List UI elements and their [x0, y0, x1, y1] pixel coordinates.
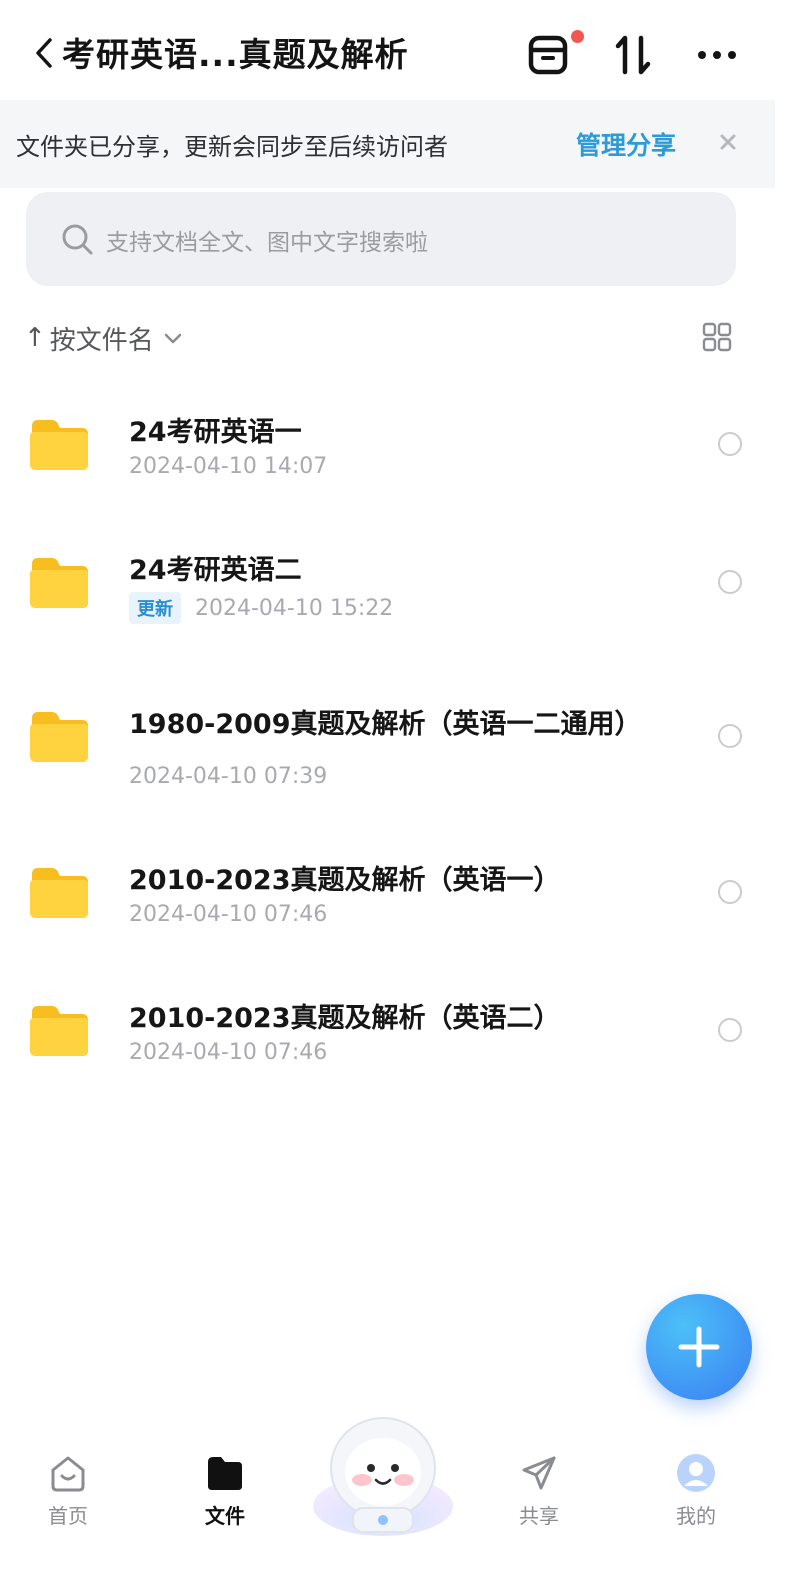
nav-item-me[interactable]: 我的 — [651, 1452, 741, 1529]
notification-dot — [571, 30, 584, 43]
nav-label: 我的 — [676, 1504, 716, 1528]
avatar-icon — [677, 1454, 715, 1492]
select-radio[interactable] — [718, 570, 742, 594]
file-name: 24考研英语一 — [129, 417, 302, 448]
close-icon[interactable] — [716, 130, 740, 154]
select-radio[interactable] — [718, 432, 742, 456]
bottom-nav: 首页 文件 共享 我的 — [0, 1430, 803, 1585]
folder-icon — [30, 420, 88, 470]
folder-icon — [30, 712, 88, 762]
list-item[interactable]: 2010-2023真题及解析（英语二） 2024-04-10 07:46 — [0, 970, 775, 1090]
file-date: 2024-04-10 07:46 — [129, 902, 328, 927]
file-date: 2024-04-10 15:22 — [195, 595, 394, 621]
nav-item-share[interactable]: 共享 — [494, 1452, 584, 1529]
file-meta: 更新 2024-04-10 15:22 — [129, 592, 393, 624]
update-badge: 更新 — [129, 592, 181, 624]
share-banner: 文件夹已分享，更新会同步至后续访问者 管理分享 — [0, 100, 775, 188]
sort-arrows-icon[interactable] — [608, 30, 658, 80]
file-name: 1980-2009真题及解析（英语一二通用） — [129, 709, 642, 740]
file-name: 24考研英语二 — [129, 555, 302, 586]
top-bar: 考研英语...真题及解析 — [0, 0, 803, 100]
file-meta: 2024-04-10 07:46 — [129, 902, 327, 927]
file-meta: 2024-04-10 07:39 — [129, 764, 327, 789]
inbox-icon[interactable] — [524, 30, 574, 80]
search-icon — [62, 224, 93, 255]
nav-item-files[interactable]: 文件 — [180, 1452, 270, 1529]
sort-by-name-button[interactable]: ↑ 按文件名 — [24, 318, 184, 358]
search-input[interactable]: 支持文档全文、图中文字搜索啦 — [26, 192, 736, 286]
search-placeholder: 支持文档全文、图中文字搜索啦 — [106, 230, 428, 256]
folder-icon — [30, 868, 88, 918]
sort-label: 按文件名 — [49, 325, 154, 356]
nav-label: 首页 — [48, 1504, 88, 1528]
chevron-down-icon — [164, 333, 182, 344]
grid-view-icon[interactable] — [702, 322, 732, 352]
home-icon — [51, 1456, 85, 1492]
nav-label: 共享 — [519, 1504, 559, 1528]
folder-icon — [30, 558, 88, 608]
share-banner-text: 文件夹已分享，更新会同步至后续访问者 — [16, 133, 448, 161]
select-radio[interactable] — [718, 724, 742, 748]
folder-icon — [208, 1457, 242, 1490]
file-date: 2024-04-10 07:46 — [129, 1040, 328, 1065]
list-item[interactable]: 24考研英语二 更新 2024-04-10 15:22 — [0, 522, 775, 642]
list-item[interactable]: 24考研英语一 2024-04-10 14:07 — [0, 384, 775, 504]
add-button[interactable] — [646, 1294, 752, 1400]
nav-label: 文件 — [205, 1504, 245, 1528]
page-title: 考研英语...真题及解析 — [62, 35, 409, 74]
file-name: 2010-2023真题及解析（英语二） — [129, 1003, 561, 1034]
send-icon — [522, 1456, 556, 1490]
file-meta: 2024-04-10 14:07 — [129, 454, 327, 479]
select-radio[interactable] — [718, 1018, 742, 1042]
list-item[interactable]: 2010-2023真题及解析（英语一） 2024-04-10 07:46 — [0, 832, 775, 952]
sort-direction-arrow: ↑ — [24, 323, 46, 353]
manage-share-link[interactable]: 管理分享 — [576, 126, 676, 162]
file-meta: 2024-04-10 07:46 — [129, 1040, 327, 1065]
chevron-left-icon[interactable] — [30, 30, 60, 76]
list-item[interactable]: 1980-2009真题及解析（英语一二通用） 2024-04-10 07:39 — [0, 676, 775, 796]
file-name: 2010-2023真题及解析（英语一） — [129, 865, 561, 896]
more-dots-icon[interactable] — [692, 30, 742, 80]
file-date: 2024-04-10 07:39 — [129, 764, 328, 789]
nav-item-home[interactable]: 首页 — [23, 1452, 113, 1529]
select-radio[interactable] — [718, 880, 742, 904]
plus-icon — [678, 1326, 720, 1368]
folder-icon — [30, 1006, 88, 1056]
file-date: 2024-04-10 14:07 — [129, 454, 328, 479]
